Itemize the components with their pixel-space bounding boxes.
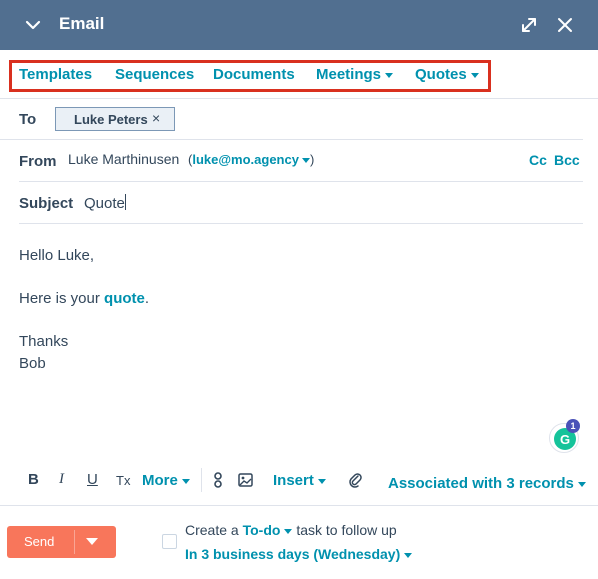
toolbar-sequences[interactable]: Sequences <box>115 66 194 83</box>
grammarly-count-badge: 1 <box>566 419 580 433</box>
italic-button[interactable]: I <box>59 471 64 488</box>
toolbar-meetings[interactable]: Meetings <box>316 66 394 83</box>
from-name: Luke Marthinusen <box>68 151 180 167</box>
message-greeting: Hello Luke, <box>19 247 95 264</box>
attachment-icon[interactable] <box>348 471 362 488</box>
from-email-select[interactable]: (luke@mo.agency) <box>188 152 314 167</box>
message-signature: Bob <box>19 355 46 372</box>
divider <box>74 530 75 554</box>
insert-button[interactable]: Insert <box>273 472 326 489</box>
caret-down-icon <box>404 552 413 558</box>
bold-button[interactable]: B <box>28 471 39 488</box>
caret-down-icon <box>577 481 586 487</box>
caret-down-icon <box>385 72 394 78</box>
send-options-icon[interactable] <box>86 538 98 545</box>
underline-button[interactable]: U <box>87 471 98 488</box>
divider <box>0 98 598 99</box>
divider <box>0 139 583 140</box>
from-label: From <box>19 153 57 170</box>
divider <box>19 181 583 182</box>
divider <box>19 223 583 224</box>
todo-checkbox[interactable] <box>162 534 177 549</box>
remove-recipient-icon[interactable]: × <box>152 110 160 126</box>
clear-format-button[interactable]: Tx <box>116 473 130 488</box>
toolbar-documents[interactable]: Documents <box>213 66 295 83</box>
due-date-select[interactable]: In 3 business days (Wednesday) <box>185 546 413 562</box>
quote-link[interactable]: quote <box>104 290 145 307</box>
send-label: Send <box>24 534 55 549</box>
caret-down-icon <box>181 478 190 484</box>
toolbar-quotes[interactable]: Quotes <box>415 66 479 83</box>
more-formatting-button[interactable]: More <box>142 472 190 489</box>
cc-button[interactable]: Cc <box>529 152 547 168</box>
chevron-down-icon[interactable] <box>22 14 44 36</box>
associated-records-button[interactable]: Associated with 3 records <box>388 475 586 492</box>
expand-icon[interactable] <box>518 14 540 36</box>
message-closing: Thanks <box>19 333 69 350</box>
divider <box>201 468 202 492</box>
close-icon[interactable] <box>554 14 576 36</box>
svg-text:G: G <box>560 432 570 447</box>
caret-down-icon <box>470 72 479 78</box>
panel-title: Email <box>59 14 105 33</box>
link-icon[interactable] <box>212 472 224 488</box>
subject-input[interactable]: Quote <box>84 194 126 212</box>
text-cursor <box>124 194 126 210</box>
subject-label: Subject <box>19 195 74 212</box>
divider <box>0 505 598 506</box>
caret-down-icon <box>317 478 326 484</box>
to-label: To <box>19 111 37 128</box>
toolbar-templates[interactable]: Templates <box>19 66 92 83</box>
caret-down-icon <box>301 158 310 164</box>
todo-type-select[interactable]: To-do <box>243 522 281 538</box>
todo-text: Create a To-do task to follow up <box>185 522 397 538</box>
image-icon[interactable] <box>238 473 253 487</box>
bcc-button[interactable]: Bcc <box>554 152 580 168</box>
message-line: Here is your quote. <box>19 290 150 307</box>
